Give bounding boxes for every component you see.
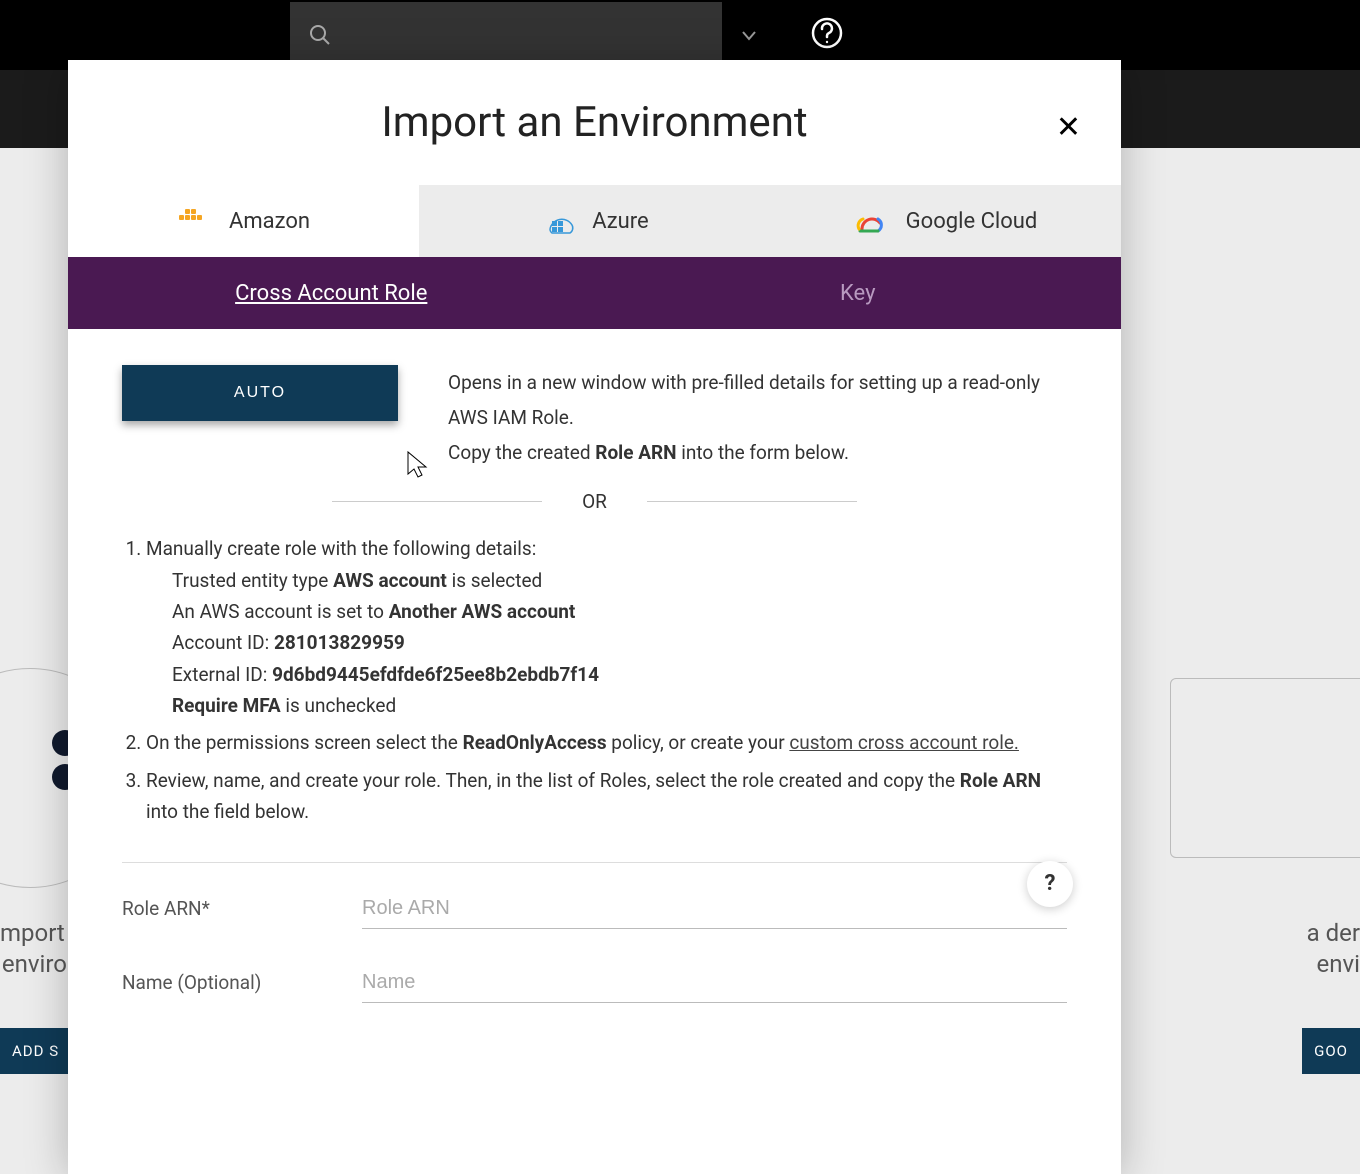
step-1e: Require MFA is unchecked — [172, 690, 1067, 721]
azure-icon — [540, 209, 572, 233]
steps-list: Manually create role with the following … — [122, 533, 1067, 827]
s1c-pre: Account ID: — [172, 631, 274, 654]
s1c-b: 281013829959 — [274, 631, 405, 654]
step-1a: Trusted entity type AWS account is selec… — [172, 565, 1067, 596]
help-icon[interactable] — [810, 16, 844, 54]
s1a-b: AWS account — [333, 569, 447, 592]
s3-pre: Review, name, and create your role. Then… — [146, 769, 960, 792]
tab-google-cloud[interactable]: Google Cloud — [770, 185, 1121, 257]
s1b-b: Another AWS account — [389, 600, 576, 623]
auto-d2b: Role ARN — [595, 441, 676, 464]
background-text-right: a der envi — [1307, 918, 1360, 980]
s1e-post: is unchecked — [281, 694, 396, 717]
or-line-left — [332, 501, 542, 502]
s2-pre: On the permissions screen select the — [146, 731, 463, 754]
s3-post: into the field below. — [146, 800, 309, 823]
modal-title: Import an Environment — [381, 98, 807, 147]
s1b-pre: An AWS account is set to — [172, 600, 389, 623]
tab-cross-account-role[interactable]: Cross Account Role — [68, 257, 595, 329]
auth-method-tabs: Cross Account Role Key — [68, 257, 1121, 329]
tab-azure-label: Azure — [592, 209, 648, 234]
auto-description-1: Opens in a new window with pre-filled de… — [448, 365, 1067, 435]
step-3: Review, name, and create your role. Then… — [146, 765, 1067, 828]
s1a-post: is selected — [447, 569, 542, 592]
step-2: On the permissions screen select the Rea… — [146, 727, 1067, 758]
name-label: Name (Optional) — [122, 971, 302, 994]
step-1c: Account ID: 281013829959 — [172, 627, 1067, 658]
tab-amazon[interactable]: Amazon — [68, 185, 419, 257]
google-cloud-icon — [854, 209, 886, 233]
search-input-container[interactable] — [290, 2, 722, 68]
s2-mid: policy, or create your — [607, 731, 790, 754]
or-label: OR — [582, 490, 607, 513]
background-google-button[interactable]: GOO — [1302, 1028, 1360, 1074]
tab-key-label: Key — [840, 281, 875, 306]
divider — [122, 862, 1067, 863]
close-icon[interactable]: ✕ — [1056, 110, 1081, 145]
tab-google-cloud-label: Google Cloud — [906, 209, 1038, 234]
name-input[interactable] — [362, 963, 1067, 1003]
tab-cross-account-role-label: Cross Account Role — [235, 281, 427, 306]
auto-d2a: Copy the created — [448, 441, 595, 464]
provider-tabs: Amazon Azure Google Cloud — [68, 185, 1121, 257]
tab-amazon-label: Amazon — [229, 209, 310, 234]
s1d-pre: External ID: — [172, 663, 272, 686]
background-panel-right — [1170, 678, 1360, 858]
role-arn-input[interactable] — [362, 889, 1067, 929]
search-input[interactable] — [344, 2, 722, 68]
search-icon — [308, 23, 332, 47]
background-text-3: a der — [1307, 919, 1360, 947]
auto-row: AUTO Opens in a new window with pre-fill… — [122, 365, 1067, 470]
or-line-right — [647, 501, 857, 502]
custom-role-link[interactable]: custom cross account role. — [789, 731, 1019, 754]
field-row-name: Name (Optional) — [122, 963, 1067, 1003]
amazon-icon — [177, 209, 209, 233]
auto-button[interactable]: AUTO — [122, 365, 398, 421]
background-text-4: envi — [1317, 950, 1360, 978]
role-arn-label: Role ARN* — [122, 897, 302, 920]
s1e-b: Require MFA — [172, 694, 281, 717]
s1d-b: 9d6bd9445efdfde6f25ee8b2ebdb7f14 — [272, 663, 599, 686]
step-1d: External ID: 9d6bd9445efdfde6f25ee8b2ebd… — [172, 659, 1067, 690]
chevron-down-icon[interactable] — [742, 26, 756, 45]
help-badge[interactable]: ? — [1027, 861, 1073, 907]
step-1-lead: Manually create role with the following … — [146, 537, 536, 560]
step-1: Manually create role with the following … — [146, 533, 1067, 721]
tab-azure[interactable]: Azure — [419, 185, 770, 257]
or-separator: OR — [265, 490, 925, 513]
step-1b: An AWS account is set to Another AWS acc… — [172, 596, 1067, 627]
s1a-pre: Trusted entity type — [172, 569, 333, 592]
tab-key[interactable]: Key — [595, 257, 1122, 329]
import-environment-modal: Import an Environment ✕ Amazon Azure Goo… — [68, 60, 1121, 1174]
auto-description-2: Copy the created Role ARN into the form … — [448, 435, 1067, 470]
field-row-role-arn: Role ARN* ? — [122, 889, 1067, 929]
modal-header: Import an Environment ✕ — [68, 60, 1121, 185]
auto-description: Opens in a new window with pre-filled de… — [448, 365, 1067, 470]
modal-content: AUTO Opens in a new window with pre-fill… — [68, 329, 1121, 1174]
background-add-button[interactable]: ADD S — [0, 1028, 71, 1074]
s3-b: Role ARN — [960, 769, 1041, 792]
auto-d2c: into the form below. — [677, 441, 849, 464]
s2-b: ReadOnlyAccess — [463, 731, 607, 754]
